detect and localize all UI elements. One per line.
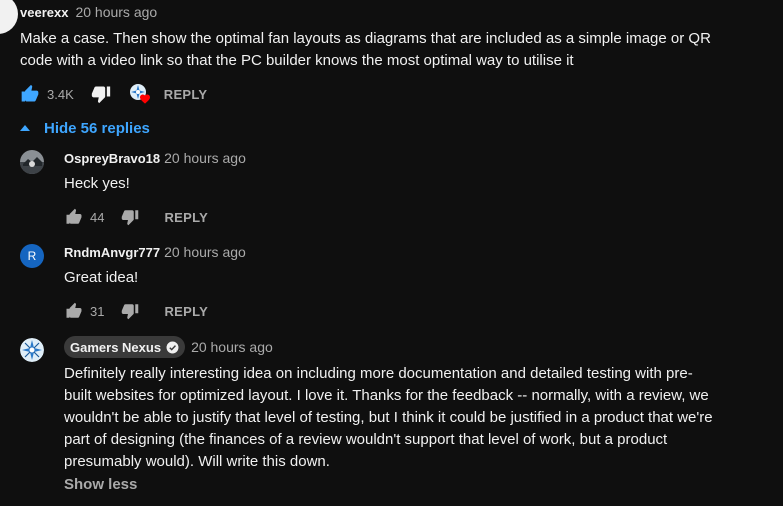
comment-text: Definitely really interesting idea on in… — [64, 363, 764, 473]
avatar[interactable]: R — [20, 244, 44, 268]
like-count: 44 — [90, 209, 105, 225]
avatar-letter: R — [27, 249, 37, 263]
heart-icon — [139, 94, 150, 104]
avatar[interactable] — [20, 338, 44, 362]
comment-author[interactable]: OspreyBravo18 — [64, 151, 160, 166]
caret-up-icon — [20, 125, 30, 131]
reply-comment: Gamers Nexus 20 hours ago Definitely rea… — [64, 336, 764, 473]
show-less-button[interactable]: Show less — [64, 476, 137, 493]
comment-header: Gamers Nexus 20 hours ago — [64, 336, 764, 358]
comment-text-line: wouldn't be able to justify that level o… — [64, 409, 713, 426]
comment-text: Great idea! — [64, 269, 139, 286]
thumbs-down-icon — [122, 304, 139, 320]
like-button[interactable] — [20, 84, 40, 104]
thumbs-down-icon — [122, 210, 139, 226]
creator-author-chip[interactable]: Gamers Nexus — [64, 336, 186, 358]
thumbs-up-icon — [21, 84, 39, 102]
comment-text-line: Definitely really interesting idea on in… — [64, 365, 693, 382]
comment-header: veerexx 20 hours ago — [20, 2, 760, 22]
like-count: 3.4K — [47, 86, 74, 102]
comment-author: Gamers Nexus — [70, 339, 162, 355]
comment-timestamp[interactable]: 20 hours ago — [164, 244, 246, 260]
creator-heart-badge — [129, 83, 151, 105]
comment-timestamp[interactable]: 20 hours ago — [191, 339, 273, 355]
hide-replies-label: Hide 56 replies — [44, 119, 150, 137]
thumbs-up-icon — [66, 208, 82, 224]
comment-text-line: code with a video link so that the PC bu… — [20, 52, 574, 69]
comment-actions: 31 REPLY — [64, 299, 764, 323]
comment-header: OspreyBravo18 20 hours ago — [64, 148, 764, 168]
reply-comment: RndmAnvgr777 20 hours ago Great idea! 31… — [64, 242, 764, 323]
hide-replies-button[interactable]: Hide 56 replies — [20, 118, 150, 138]
comments-section: veerexx 20 hours ago Make a case. Then s… — [0, 0, 783, 506]
comment-text-line: part of designing (the finances of a rev… — [64, 431, 668, 448]
comment-actions: 44 REPLY — [64, 205, 764, 229]
gamers-nexus-logo-icon — [20, 338, 44, 362]
thumbs-down-icon — [91, 86, 110, 104]
comment-author[interactable]: veerexx — [20, 5, 68, 20]
like-count: 31 — [90, 303, 105, 319]
comment-text-line: presumably would). Will write this down. — [64, 453, 330, 470]
comment-text-line: Make a case. Then show the optimal fan l… — [20, 30, 711, 47]
dislike-button[interactable] — [120, 301, 140, 321]
comment-text: Heck yes! — [64, 175, 130, 192]
comment-timestamp[interactable]: 20 hours ago — [164, 150, 246, 166]
dislike-button[interactable] — [91, 84, 111, 104]
thumbs-up-icon — [66, 302, 82, 318]
avatar-image — [20, 150, 44, 174]
reply-button[interactable]: REPLY — [164, 304, 208, 319]
avatar[interactable] — [0, 0, 18, 34]
comment-text: Make a case. Then show the optimal fan l… — [20, 28, 760, 72]
comment-author[interactable]: RndmAnvgr777 — [64, 245, 160, 260]
like-button[interactable] — [64, 301, 84, 321]
reply-comment: OspreyBravo18 20 hours ago Heck yes! 44 … — [64, 148, 764, 229]
dislike-button[interactable] — [120, 207, 140, 227]
reply-button[interactable]: REPLY — [164, 210, 208, 225]
verified-check-icon — [166, 341, 179, 353]
comment-actions: 3.4K REPLY — [20, 82, 760, 106]
comment-timestamp[interactable]: 20 hours ago — [75, 4, 157, 20]
avatar[interactable] — [20, 150, 44, 174]
comment-header: RndmAnvgr777 20 hours ago — [64, 242, 764, 262]
comment-top: veerexx 20 hours ago Make a case. Then s… — [20, 2, 760, 106]
reply-button[interactable]: REPLY — [164, 87, 208, 102]
comment-text-line: built websites for optimized layout. I l… — [64, 387, 709, 404]
like-button[interactable] — [64, 207, 84, 227]
